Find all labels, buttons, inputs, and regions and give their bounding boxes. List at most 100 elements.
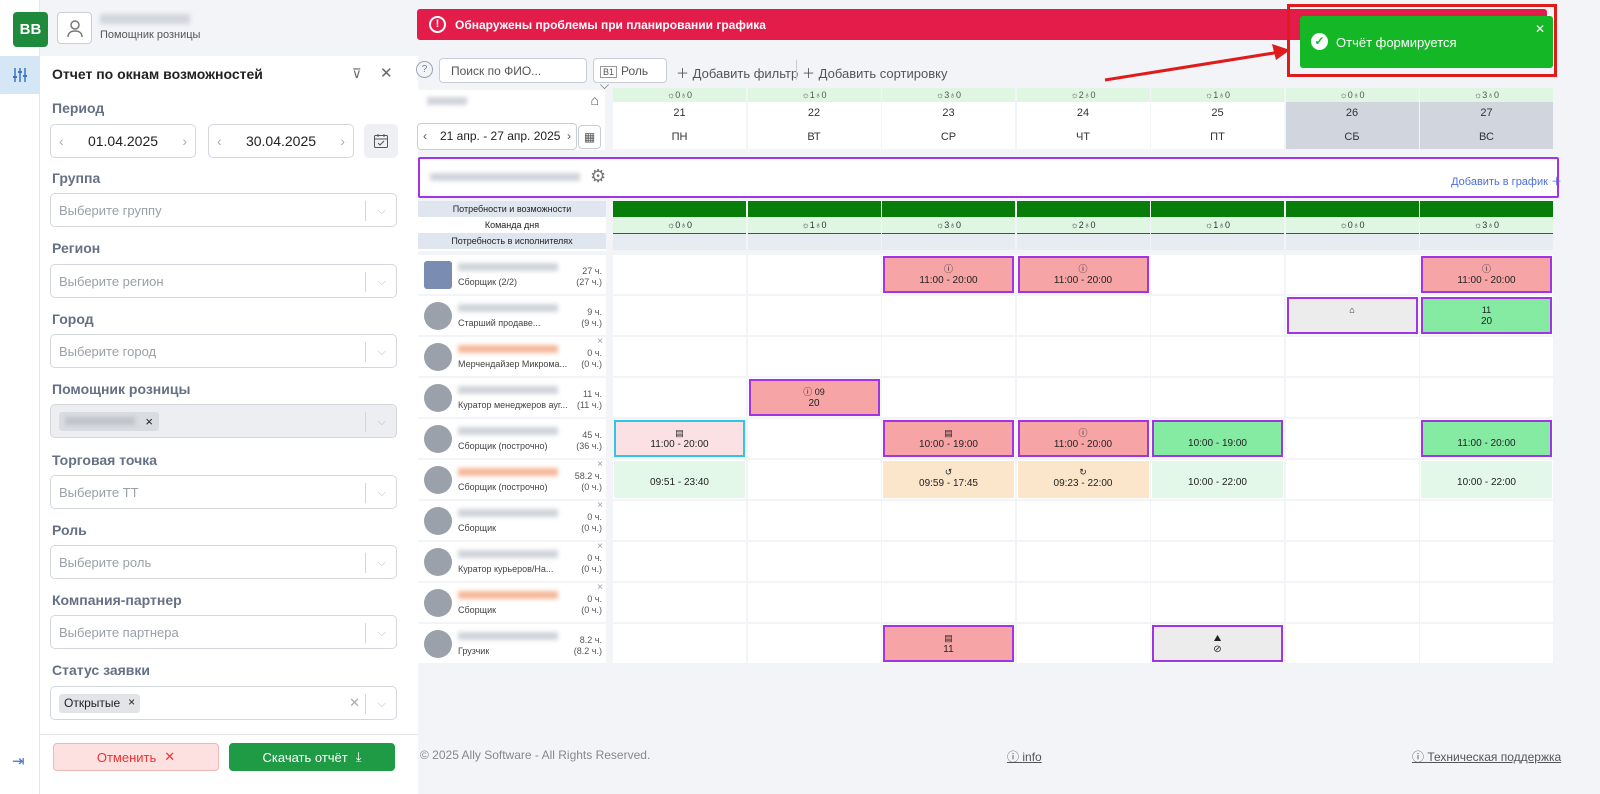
shift-block[interactable]: ⓘ 11:00 - 20:00 <box>1421 256 1552 293</box>
shift-block[interactable]: 10:00 - 19:00 <box>1152 420 1283 457</box>
region-select[interactable]: Выберите регион ⌵ <box>50 264 397 298</box>
schedule-cell[interactable] <box>1285 583 1419 622</box>
home-icon[interactable]: ⌂ <box>591 92 599 108</box>
shift-block[interactable]: 11 20 <box>1421 297 1552 334</box>
schedule-cell[interactable] <box>1016 624 1150 663</box>
chevron-left-icon[interactable]: ‹ <box>59 133 64 149</box>
remove-icon[interactable]: × <box>597 582 603 593</box>
schedule-cell[interactable] <box>747 296 881 335</box>
assistant-select[interactable]: × ⌵ <box>50 404 397 438</box>
chevron-right-icon[interactable]: › <box>182 133 187 149</box>
remove-tag-icon[interactable]: × <box>128 695 135 709</box>
filters-icon[interactable] <box>0 56 40 94</box>
employee-row[interactable]: Сборщик (построчно) 58.2 ч. (0 ч.) × <box>418 459 606 499</box>
shift-block[interactable]: 11:00 - 20:00 <box>1421 420 1552 457</box>
employee-row[interactable]: Куратор менеджеров ауг... 11 ч. (11 ч.) <box>418 378 606 417</box>
calendar-icon[interactable]: ▦ <box>578 125 601 149</box>
employee-row[interactable]: Мерчендайзер Микрома... 0 ч. (0 ч.) × <box>418 336 606 376</box>
add-sort-button[interactable]: ＋ Добавить сортировку <box>802 63 947 82</box>
schedule-cell[interactable] <box>747 624 881 663</box>
schedule-cell[interactable] <box>747 255 881 294</box>
schedule-cell[interactable] <box>613 542 746 581</box>
schedule-cell[interactable] <box>1420 337 1553 376</box>
schedule-cell[interactable] <box>1016 296 1150 335</box>
help-icon[interactable]: ? <box>416 61 433 78</box>
schedule-cell[interactable] <box>1016 501 1150 540</box>
schedule-cell[interactable] <box>747 583 881 622</box>
shift-block[interactable]: ↺ 09:59 - 17:45 <box>883 461 1014 498</box>
schedule-cell[interactable] <box>1420 501 1553 540</box>
day-header-27[interactable]: ☼3♁0 27 ВС <box>1420 88 1553 149</box>
schedule-cell[interactable] <box>1285 460 1419 499</box>
schedule-cell[interactable] <box>1285 419 1419 458</box>
city-select[interactable]: Выберите город ⌵ <box>50 334 397 368</box>
date-from-field[interactable]: ‹ 01.04.2025 › <box>50 124 196 158</box>
employee-row[interactable]: Сборщик (построчно) 45 ч. (36 ч.) <box>418 419 606 458</box>
schedule-cell[interactable] <box>882 583 1015 622</box>
shift-block[interactable]: ▤ 11 <box>883 625 1014 662</box>
remove-icon[interactable]: × <box>597 459 603 470</box>
status-select[interactable]: Открытые × ✕ ⌵ <box>50 686 397 720</box>
schedule-cell[interactable] <box>613 501 746 540</box>
employee-row[interactable]: Сборщик 0 ч. (0 ч.) × <box>418 582 606 622</box>
schedule-cell[interactable] <box>747 460 881 499</box>
chevron-right-icon[interactable]: › <box>340 133 345 149</box>
remove-tag-icon[interactable]: × <box>145 414 153 429</box>
schedule-cell[interactable] <box>613 296 746 335</box>
chevron-left-icon[interactable]: ‹ <box>217 133 222 149</box>
schedule-cell[interactable] <box>1151 378 1284 417</box>
schedule-cell[interactable] <box>1285 501 1419 540</box>
shift-block[interactable]: ▤ 10:00 - 19:00 <box>883 420 1014 457</box>
tt-select[interactable]: Выберите ТТ ⌵ <box>50 475 397 509</box>
day-header-21[interactable]: ☼0♁0 21 ПН <box>613 88 746 149</box>
schedule-cell[interactable] <box>1151 337 1284 376</box>
role-select[interactable]: Выберите роль ⌵ <box>50 545 397 579</box>
schedule-cell[interactable] <box>1285 378 1419 417</box>
schedule-cell[interactable] <box>1016 542 1150 581</box>
schedule-cell[interactable] <box>1285 337 1419 376</box>
remove-icon[interactable]: × <box>597 541 603 552</box>
clear-icon[interactable]: ✕ <box>349 695 360 711</box>
schedule-cell[interactable] <box>747 419 881 458</box>
day-header-23[interactable]: ☼3♁0 23 СР <box>882 88 1015 149</box>
shift-block[interactable]: ⓘ 09 20 <box>748 379 880 416</box>
add-filter-button[interactable]: ＋ Добавить фильтр <box>676 63 798 82</box>
chevron-left-icon[interactable]: ‹ <box>423 129 427 143</box>
remove-icon[interactable]: × <box>597 500 603 511</box>
shift-block[interactable]: ⓘ 11:00 - 20:00 <box>1017 420 1149 457</box>
app-logo[interactable]: BB <box>13 12 48 47</box>
logout-icon[interactable]: ⇥ <box>12 752 25 770</box>
employee-row[interactable]: Старший продаве... 9 ч. (9 ч.) <box>418 296 606 335</box>
shift-block[interactable]: 09:51 - 23:40 <box>614 461 745 498</box>
schedule-cell[interactable] <box>882 296 1015 335</box>
schedule-cell[interactable] <box>613 583 746 622</box>
schedule-cell[interactable] <box>1151 501 1284 540</box>
gear-icon[interactable]: ⚙ <box>590 166 606 187</box>
schedule-cell[interactable] <box>1420 583 1553 622</box>
employee-row[interactable]: Куратор курьеров/На... 0 ч. (0 ч.) × <box>418 541 606 581</box>
employee-row[interactable]: Грузчик 8.2 ч. (8.2 ч.) <box>418 624 606 663</box>
group-select[interactable]: Выберите группу ⌵ <box>50 193 397 227</box>
day-header-26[interactable]: ☼0♁0 26 СБ <box>1285 88 1419 149</box>
partner-select[interactable]: Выберите партнера ⌵ <box>50 615 397 649</box>
user-avatar[interactable] <box>57 12 92 44</box>
week-range[interactable]: ‹ 21 апр. - 27 апр. 2025 › <box>417 123 577 150</box>
shift-block[interactable]: 10:00 - 22:00 <box>1421 461 1552 498</box>
schedule-cell[interactable] <box>1420 378 1553 417</box>
shift-block[interactable]: ↻ 09:23 - 22:00 <box>1017 461 1149 498</box>
schedule-cell[interactable] <box>1016 583 1150 622</box>
schedule-cell[interactable] <box>1151 542 1284 581</box>
close-icon[interactable]: ✕ <box>380 64 393 82</box>
schedule-cell[interactable] <box>882 501 1015 540</box>
cancel-button[interactable]: Отменить ✕ <box>53 743 219 771</box>
shift-block[interactable]: 10:00 - 22:00 <box>1152 461 1283 498</box>
schedule-cell[interactable] <box>613 255 746 294</box>
schedule-cell[interactable] <box>747 337 881 376</box>
date-to-field[interactable]: ‹ 30.04.2025 › <box>208 124 354 158</box>
schedule-cell[interactable] <box>747 542 881 581</box>
schedule-cell[interactable] <box>1420 624 1553 663</box>
schedule-cell[interactable] <box>1016 337 1150 376</box>
schedule-cell[interactable] <box>1151 296 1284 335</box>
employee-row[interactable]: Сборщик (2/2) 27 ч. (27 ч.) <box>418 255 606 294</box>
schedule-cell[interactable] <box>613 624 746 663</box>
